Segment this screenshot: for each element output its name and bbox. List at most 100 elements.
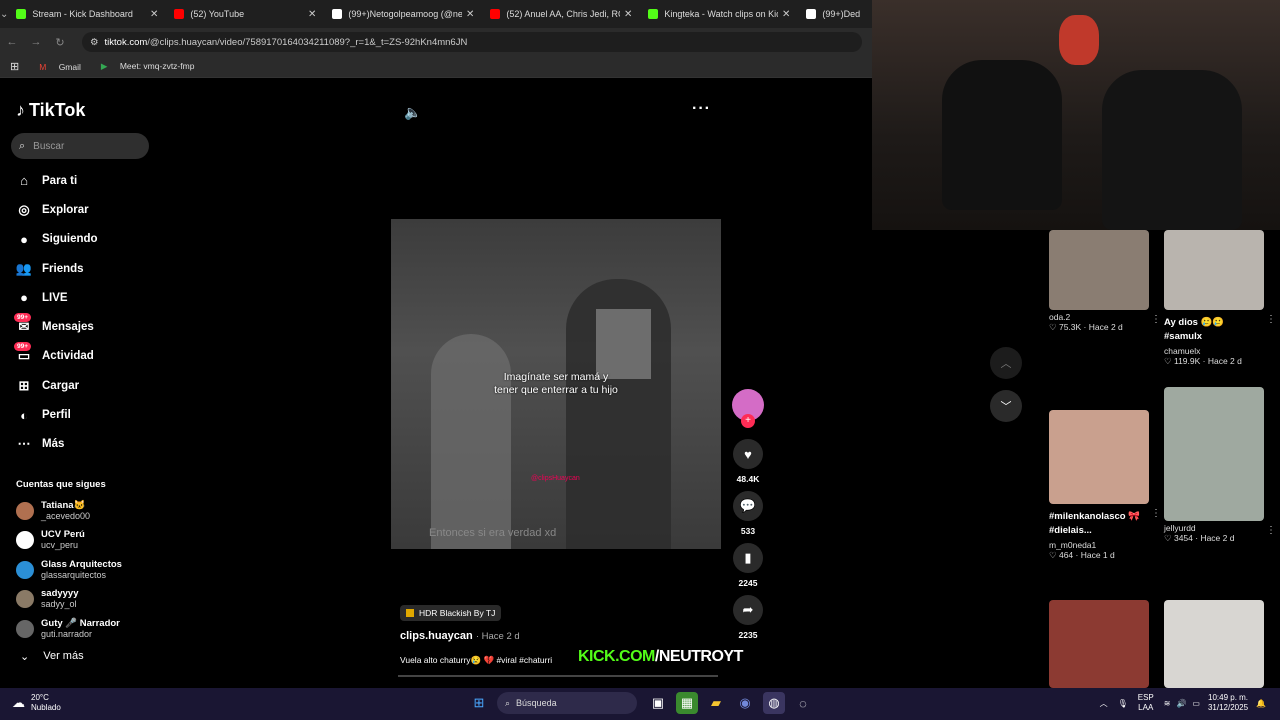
sidebar-item-explorar[interactable]: ◎ Explorar <box>14 195 98 224</box>
more-options-icon[interactable]: ⋮ <box>1266 525 1276 536</box>
related-thumbnail[interactable] <box>1049 230 1149 310</box>
volume-icon[interactable]: 🔊 <box>1176 699 1186 708</box>
bookmarks-bar: ⊞ M Gmail ▶ Meet: vmq-zvtz-fmp <box>0 56 872 78</box>
forward-icon[interactable]: → <box>24 36 48 48</box>
tab-close-icon[interactable]: ✕ <box>308 9 316 20</box>
related-thumbnail[interactable] <box>1164 387 1264 521</box>
sidebar-item-actividad[interactable]: 99+ ▭ Actividad <box>14 342 98 371</box>
sidebar-item-label: Mensajes <box>42 321 94 334</box>
streamer-right <box>1102 70 1242 230</box>
related-video[interactable]: #milenkanolasco 🎀 #dielais... m_m0neda1 ♡ … <box>1049 410 1161 561</box>
related-thumbnail[interactable] <box>1049 410 1149 504</box>
bookmark-gmail[interactable]: M Gmail <box>29 62 81 72</box>
back-icon[interactable]: ← <box>0 36 24 48</box>
browser-tab[interactable]: (99+)Netogolpeamoog (@neto ✕ <box>324 0 482 28</box>
followed-account[interactable]: Tatiana🐱 _acevedo00 <box>16 496 156 526</box>
tab-close-icon[interactable]: ✕ <box>466 9 474 20</box>
related-thumbnail[interactable] <box>1164 600 1264 688</box>
reload-icon[interactable]: ↻ <box>48 36 72 49</box>
bookmark-icon[interactable]: ▮ <box>733 543 763 573</box>
sidebar-item-perfil[interactable]: ◐ Perfil <box>14 400 98 429</box>
sidebar-item-ms[interactable]: ⋯ Más <box>14 430 98 459</box>
tab-close-icon[interactable]: ✕ <box>150 9 158 20</box>
like-heart-icon[interactable]: ♥ <box>733 439 763 469</box>
account-handle: guti.narrador <box>41 628 93 639</box>
tab-title: (99+)Netogolpeamoog (@neto <box>348 9 462 19</box>
followed-account[interactable]: Guty 🎤 Narrador guti.narrador <box>16 614 156 644</box>
followed-account[interactable]: Glass Arquitectos glassarquitectos <box>16 555 156 585</box>
sidebar-item-live[interactable]: ● LIVE <box>14 283 98 312</box>
tab-title: (99+)Ded <box>822 9 861 19</box>
browser-tab[interactable]: (99+)Ded✕ <box>798 0 872 28</box>
browser-tab[interactable]: Stream - Kick Dashboard ✕ <box>8 0 166 28</box>
sidebar-item-label: Más <box>42 438 65 451</box>
music-tag[interactable]: HDR Blackish By TJ <box>400 605 502 621</box>
language-indicator[interactable]: ESP LAA <box>1138 693 1154 713</box>
search-input[interactable]: ⌕ Buscar <box>11 133 149 159</box>
bookmark-meet[interactable]: ▶ Meet: vmq-zvtz-fmp <box>91 61 195 72</box>
file-explorer-icon[interactable]: ▰ <box>705 692 727 714</box>
minecraft-icon[interactable]: ▦ <box>676 692 698 714</box>
related-video[interactable]: oda.2 ♡ 75.3K · Hace 2 d ⋮ <box>1049 230 1161 333</box>
browser-tab[interactable]: (52) Anuel AA, Chris Jedi, ROA ✕ <box>482 0 640 28</box>
url-field[interactable]: ⚙ tiktok.com/@clips.huaycan/video/758917… <box>82 32 862 52</box>
related-thumbnail[interactable] <box>1049 600 1149 688</box>
site-info-icon[interactable]: ⚙ <box>90 37 99 48</box>
video-caption: Imagínate ser mamá y tener que enterrar a… <box>494 371 618 396</box>
related-video[interactable] <box>1164 600 1264 688</box>
windows-start-icon[interactable]: ⊞ <box>468 692 490 714</box>
volume-icon[interactable]: 🔈 <box>404 104 421 121</box>
sidebar-item-mensajes[interactable]: 99+ ✉ Mensajes <box>14 312 98 341</box>
related-video[interactable]: jellyurdd ♡ 3454 · Hace 2 d ⋮ <box>1164 387 1276 544</box>
chrome-icon[interactable]: ◍ <box>763 692 785 714</box>
video-author[interactable]: clips.huaycan · Hace 2 d <box>400 630 520 642</box>
followed-account[interactable]: sadyyyy sadyy_ol <box>16 585 156 615</box>
obs-icon[interactable]: ◌ <box>792 692 814 714</box>
related-author: jellyurdd <box>1164 523 1196 533</box>
previous-video-chevron-up-icon[interactable]: ︿ <box>990 347 1022 379</box>
related-thumbnail[interactable] <box>1164 230 1264 310</box>
followed-accounts-title: Cuentas que sigues <box>16 479 106 490</box>
clock[interactable]: 10:49 p. m. 31/12/2025 <box>1208 693 1248 713</box>
apps-grid-icon[interactable]: ⊞ <box>10 60 19 73</box>
chevron-down-icon: ⌄ <box>20 650 30 663</box>
more-options-icon[interactable]: ⋮ <box>1266 314 1276 325</box>
sidebar-item-parati[interactable]: ⌂ Para ti <box>14 166 98 195</box>
battery-icon[interactable]: ▭ <box>1192 699 1200 708</box>
video-progress-bar[interactable] <box>398 675 718 677</box>
address-bar-row: ← → ↻ ⚙ tiktok.com/@clips.huaycan/video/… <box>0 28 872 56</box>
sidebar-item-label: Perfil <box>42 409 71 422</box>
sidebar-item-cargar[interactable]: ⊞ Cargar <box>14 371 98 400</box>
comment-icon[interactable]: 💬 <box>733 491 763 521</box>
sidebar-item-siguiendo[interactable]: ● Siguiendo <box>14 225 98 254</box>
video-player[interactable]: Imagínate ser mamá y tener que enterrar a… <box>391 219 721 549</box>
related-video[interactable]: Ay dios 🥲🥲 #samulx chamuelx ♡ 119.9K · Hac… <box>1164 230 1276 367</box>
browser-tab[interactable]: (52) YouTube ✕ <box>166 0 324 28</box>
more-options-icon[interactable]: ⋮ <box>1151 508 1161 519</box>
tab-close-icon[interactable]: ✕ <box>782 9 790 20</box>
more-options-icon[interactable]: ⋮ <box>1151 314 1161 325</box>
microphone-icon[interactable]: 🎙 <box>1118 699 1128 708</box>
notification-bell-icon[interactable]: 🔔 <box>1256 699 1266 708</box>
task-view-icon[interactable]: ▣ <box>647 692 669 714</box>
followed-account[interactable]: UCV Perú ucv_peru <box>16 526 156 556</box>
discord-icon[interactable]: ◉ <box>734 692 756 714</box>
tab-favicon-icon <box>174 9 185 19</box>
wifi-icon[interactable]: ≋ <box>1164 699 1171 708</box>
creator-avatar[interactable]: + <box>732 389 764 428</box>
related-video[interactable] <box>1049 600 1149 688</box>
weather-widget[interactable]: ☁ 20°C Nublado <box>12 693 61 713</box>
tab-list-chevron-icon[interactable]: ⌄ <box>0 9 8 20</box>
see-more-button[interactable]: ⌄ Ver más <box>16 650 156 663</box>
lion-logo <box>1059 15 1099 65</box>
share-icon[interactable]: ➦ <box>733 595 763 625</box>
browser-tab[interactable]: Kingteka - Watch clips on Kick ✕ <box>640 0 798 28</box>
tiktok-logo[interactable]: ♪ TikTok <box>16 100 85 121</box>
more-options-icon[interactable]: ··· <box>692 100 711 118</box>
tab-close-icon[interactable]: ✕ <box>624 9 632 20</box>
sidebar-item-friends[interactable]: 👥 Friends <box>14 254 98 283</box>
tray-chevron-up-icon[interactable]: ︿ <box>1100 698 1108 709</box>
follow-plus-icon[interactable]: + <box>741 414 755 428</box>
taskbar-search[interactable]: ⌕ Búsqueda <box>497 692 637 714</box>
next-video-chevron-down-icon[interactable]: ﹀ <box>990 390 1022 422</box>
